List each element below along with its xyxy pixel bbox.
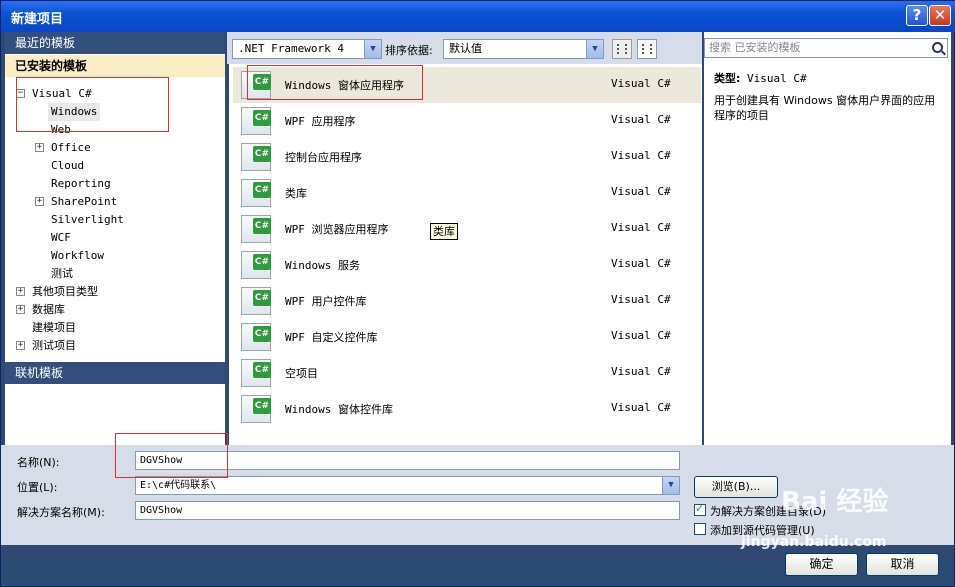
class-library-icon: C# [241, 179, 271, 207]
watermark-url: jingyan.baidu.com [741, 534, 887, 550]
tree-item-cloud[interactable]: Cloud [51, 157, 84, 175]
tree-item-reporting[interactable]: Reporting [51, 175, 111, 193]
sort-label: 排序依据: [385, 44, 433, 57]
tree-item-test-projects[interactable]: 测试项目 [32, 337, 76, 355]
expand-database-icon[interactable]: + [16, 305, 25, 314]
solution-name-field[interactable]: DGVShow [135, 501, 680, 520]
grid-icon [617, 44, 627, 54]
template-row[interactable]: C# WPF 应用程序 Visual C# [233, 103, 701, 139]
browse-button[interactable]: 浏览(B)... [694, 476, 778, 498]
template-row[interactable]: C# 空项目 Visual C# [233, 355, 701, 391]
template-row[interactable]: C# Windows 窗体控件库 Visual C# [233, 391, 701, 427]
chevron-down-icon[interactable]: ▼ [586, 40, 603, 58]
expand-office-icon[interactable]: + [35, 143, 44, 152]
template-row[interactable]: C# WPF 浏览器应用程序 Visual C# [233, 211, 701, 247]
tooltip: 类库 [430, 223, 458, 240]
small-icons-view-button[interactable] [612, 39, 632, 59]
template-row[interactable]: C# WPF 用户控件库 Visual C# [233, 283, 701, 319]
template-category-pane: 最近的模板 已安装的模板 − Visual C# Windows Web + O… [5, 32, 225, 445]
windows-control-library-icon: C# [241, 395, 271, 423]
add-source-control-checkbox[interactable] [694, 523, 706, 535]
template-toolbar: .NET Framework 4 ▼ 排序依据: 默认值 ▼ [227, 32, 702, 64]
sort-select[interactable]: 默认值 ▼ [443, 39, 604, 59]
search-icon[interactable] [932, 42, 943, 53]
tree-item-wcf[interactable]: WCF [51, 229, 71, 247]
search-input[interactable]: 搜索 已安装的模板 [704, 38, 948, 58]
chevron-down-icon[interactable]: ▼ [662, 477, 679, 494]
tree-item-test[interactable]: 测试 [51, 265, 73, 283]
tree-item-office[interactable]: Office [51, 139, 91, 157]
tree-item-other-project-types[interactable]: 其他项目类型 [32, 283, 98, 301]
template-row[interactable]: C# 控制台应用程序 Visual C# [233, 139, 701, 175]
solution-name-label: 解决方案名称(M): [17, 506, 105, 519]
template-type: 类型: Visual C# [714, 72, 807, 85]
expand-sharepoint-icon[interactable]: + [35, 197, 44, 206]
recent-templates-header[interactable]: 最近的模板 [5, 32, 225, 54]
help-button[interactable]: ? [906, 5, 928, 26]
dialog-footer: 确定 取消 [1, 545, 954, 586]
close-button[interactable]: ✕ [929, 5, 951, 26]
chevron-down-icon[interactable]: ▼ [364, 40, 381, 58]
tree-item-workflow[interactable]: Workflow [51, 247, 104, 265]
name-label: 名称(N): [17, 456, 60, 469]
template-description: 用于创建具有 Windows 窗体用户界面的应用程序的项目 [714, 94, 936, 122]
console-app-icon: C# [241, 143, 271, 171]
title-bar: 新建项目 ? ✕ [1, 1, 955, 32]
online-templates-header[interactable]: 联机模板 [5, 362, 225, 384]
cancel-button[interactable]: 取消 [866, 553, 939, 576]
template-row[interactable]: C# WPF 自定义控件库 Visual C# [233, 319, 701, 355]
sort-value: 默认值 [449, 42, 482, 55]
framework-select[interactable]: .NET Framework 4 ▼ [232, 39, 382, 59]
new-project-dialog: 新建项目 ? ✕ 最近的模板 已安装的模板 − Visual C# Window… [0, 0, 955, 587]
list-view-button[interactable] [637, 39, 657, 59]
template-list: C# Windows 窗体应用程序 Visual C# C# WPF 应用程序 … [229, 64, 702, 445]
list-icon [642, 44, 652, 54]
location-field[interactable]: E:\c#代码联系\ ▼ [135, 476, 680, 495]
wpf-browser-app-icon: C# [241, 215, 271, 243]
tree-item-sharepoint[interactable]: SharePoint [51, 193, 117, 211]
windows-service-icon: C# [241, 251, 271, 279]
template-row[interactable]: C# 类库 Visual C# [233, 175, 701, 211]
location-value: E:\c#代码联系\ [140, 480, 217, 491]
watermark-brand: Bai 经验 [781, 487, 889, 517]
create-directory-checkbox[interactable] [694, 502, 706, 516]
tree-item-database[interactable]: 数据库 [32, 301, 65, 319]
wpf-app-icon: C# [241, 107, 271, 135]
framework-value: .NET Framework 4 [238, 42, 344, 55]
wpf-user-control-icon: C# [241, 287, 271, 315]
highlight-box-name [115, 433, 228, 478]
search-placeholder: 搜索 已安装的模板 [709, 41, 801, 54]
tree-item-modeling-projects[interactable]: 建模项目 [32, 319, 76, 337]
description-pane: 搜索 已安装的模板 类型: Visual C# 用于创建具有 Windows 窗… [704, 32, 951, 445]
installed-templates-header[interactable]: 已安装的模板 [5, 55, 225, 77]
template-row[interactable]: C# Windows 服务 Visual C# [233, 247, 701, 283]
highlight-box-template [247, 65, 423, 100]
wpf-custom-control-icon: C# [241, 323, 271, 351]
location-label: 位置(L): [17, 481, 58, 494]
dialog-title: 新建项目 [11, 12, 64, 27]
highlight-box-tree [16, 77, 169, 132]
empty-project-icon: C# [241, 359, 271, 387]
expand-other-types-icon[interactable]: + [16, 287, 25, 296]
ok-button[interactable]: 确定 [785, 553, 858, 576]
baidu-watermark: Bai 经验 jingyan.baidu.com [741, 481, 889, 550]
tree-item-silverlight[interactable]: Silverlight [51, 211, 124, 229]
expand-test-projects-icon[interactable]: + [16, 341, 25, 350]
